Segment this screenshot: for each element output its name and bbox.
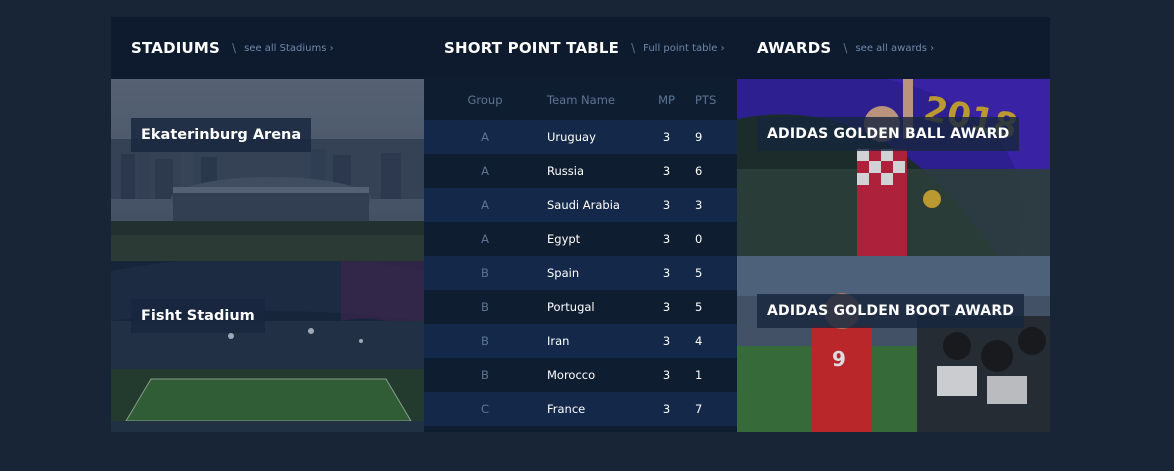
cell-pts: 9 [695,130,703,144]
cell-pts: 5 [695,266,703,280]
stadiums-header: STADIUMS \ see all Stadiums › [111,17,424,79]
cell-mp: 3 [662,232,671,246]
award-photo-golden-ball: 2018 [737,79,1050,256]
table-header-row: Group Team Name MP PTS [424,79,737,120]
stadium-name: Ekaterinburg Arena [131,118,312,152]
column-header-team: Team Name [547,92,615,107]
cell-team: France [547,402,586,416]
cell-team: Portugal [547,300,595,314]
award-card-golden-boot[interactable]: 9 ADIDAS GOLDEN BOOT AWARD [737,256,1050,432]
cell-group: B [481,368,489,382]
cell-mp: 3 [662,130,671,144]
cell-team: Russia [547,164,584,178]
cell-mp: 3 [662,402,671,416]
awards-title: AWARDS [757,39,832,57]
award-photo-golden-boot: 9 [737,256,1050,432]
cell-group: A [481,164,489,178]
cell-mp: 3 [662,300,671,314]
column-header-mp: MP [658,92,675,107]
stadiums-title: STADIUMS [131,39,221,57]
table-row: A Uruguay 3 9 [424,120,737,154]
cell-team: Iran [547,334,570,348]
cell-group: A [481,198,489,212]
stadium-photo-ekaterinburg [111,79,424,261]
table-row: A Russia 3 6 [424,154,737,188]
cell-team: Egypt [547,232,581,246]
award-card-golden-ball[interactable]: 2018 ADIDAS GOLDEN BALL AWARD [737,79,1050,256]
column-header-pts: PTS [695,92,717,107]
cell-pts: 6 [695,164,703,178]
stadium-photo-fisht [111,261,424,432]
column-header-group: Group [467,92,503,107]
cell-group: A [481,232,489,246]
header-separator: \ [631,41,636,55]
cell-group: B [481,300,489,314]
cell-mp: 3 [662,198,671,212]
content-panel: STADIUMS \ see all Stadiums › Ekaterinbu… [111,17,1050,432]
table-row: C France 3 7 [424,392,737,426]
table-row: B Iran 3 4 [424,324,737,358]
table-row: B Portugal 3 5 [424,290,737,324]
table-row: B Spain 3 5 [424,256,737,290]
header-separator: \ [843,41,848,55]
cell-mp: 3 [662,164,671,178]
table-row: A Egypt 3 0 [424,222,737,256]
stadium-card-ekaterinburg[interactable]: Ekaterinburg Arena [111,79,424,261]
awards-section: AWARDS \ see all awards › 2018 [737,17,1050,432]
cell-team: Spain [547,266,580,280]
stadium-card-fisht[interactable]: Fisht Stadium [111,261,424,432]
award-name: ADIDAS GOLDEN BOOT AWARD [757,294,1025,328]
cell-group: B [481,334,489,348]
cell-pts: 0 [695,232,703,246]
cell-mp: 3 [662,266,671,280]
cell-pts: 7 [695,402,703,416]
stadium-name: Fisht Stadium [131,299,265,333]
award-name: ADIDAS GOLDEN BALL AWARD [757,117,1020,151]
cell-pts: 5 [695,300,703,314]
see-all-stadiums-link[interactable]: see all Stadiums › [244,43,334,54]
table-row: B Morocco 3 1 [424,358,737,392]
table-row: A Saudi Arabia 3 3 [424,188,737,222]
cell-team: Uruguay [547,130,596,144]
point-table-section: SHORT POINT TABLE \ Full point table › G… [424,17,737,432]
cell-team: Saudi Arabia [547,198,620,212]
awards-header: AWARDS \ see all awards › [737,17,1050,79]
cell-pts: 4 [695,334,703,348]
cell-pts: 3 [695,198,703,212]
stadiums-section: STADIUMS \ see all Stadiums › Ekaterinbu… [111,17,424,432]
full-point-table-link[interactable]: Full point table › [643,43,724,54]
point-table-header: SHORT POINT TABLE \ Full point table › [424,17,737,79]
cell-team: Morocco [547,368,596,382]
cell-mp: 3 [662,368,671,382]
cell-group: B [481,266,489,280]
see-all-awards-link[interactable]: see all awards › [855,43,934,54]
cell-group: C [480,402,490,416]
cell-group: A [481,130,489,144]
cell-mp: 3 [662,334,671,348]
header-separator: \ [232,41,237,55]
point-table-title: SHORT POINT TABLE [444,39,620,57]
cell-pts: 1 [695,368,703,382]
